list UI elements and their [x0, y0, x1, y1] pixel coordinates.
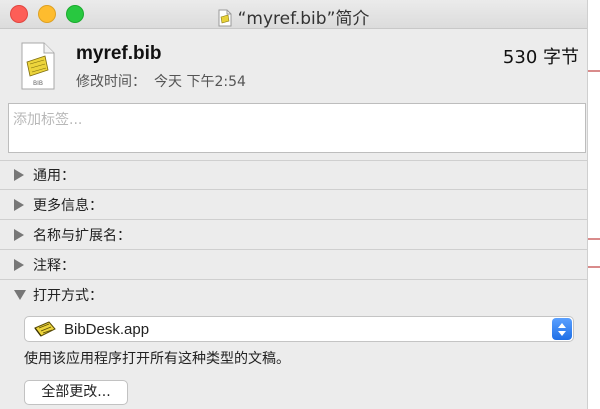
disclosure-triangle-down-icon[interactable]: [14, 290, 26, 300]
section-general-label: 通用：: [33, 168, 75, 184]
window-title: “myref.bib”简介: [0, 4, 587, 29]
section-more-info[interactable]: 更多信息：: [14, 193, 103, 217]
modified-value: 今天 下午2:54: [154, 74, 246, 90]
background-line: [588, 238, 600, 240]
bibtex-document-icon: BIB: [21, 42, 55, 90]
file-header: BIB myref.bib 530 字节 修改时间： 今天 下午2:54: [0, 28, 587, 98]
change-all-button[interactable]: 全部更改...: [24, 380, 128, 405]
svg-text:BIB: BIB: [33, 80, 43, 87]
file-name: myref.bib: [76, 43, 162, 64]
window-title-text: “myref.bib”简介: [237, 9, 370, 29]
modified-label: 修改时间：: [76, 74, 146, 90]
section-open-with-label: 打开方式：: [33, 288, 103, 304]
section-name-extension-label: 名称与扩展名：: [33, 228, 131, 244]
tags-input[interactable]: [8, 103, 586, 153]
background-desktop: [588, 0, 600, 409]
document-proxy-icon[interactable]: [218, 9, 232, 27]
section-open-with[interactable]: 打开方式：: [14, 283, 103, 307]
popup-stepper-icon[interactable]: [552, 318, 572, 340]
section-general[interactable]: 通用：: [14, 163, 75, 187]
section-divider: [0, 160, 587, 161]
chevron-down-icon: [558, 330, 566, 336]
background-line: [588, 266, 600, 268]
section-divider: [0, 279, 587, 280]
file-size: 530 字节: [502, 47, 579, 68]
section-comments[interactable]: 注释：: [14, 253, 75, 277]
open-with-description: 使用该应用程序打开所有这种类型的文稿。: [24, 351, 290, 367]
section-comments-label: 注释：: [33, 258, 75, 274]
chevron-up-icon: [558, 322, 566, 328]
disclosure-triangle-right-icon[interactable]: [14, 229, 24, 241]
background-line: [588, 70, 600, 72]
bibdesk-app-icon: [34, 321, 56, 337]
disclosure-triangle-right-icon[interactable]: [14, 259, 24, 271]
section-divider: [0, 249, 587, 250]
section-name-extension[interactable]: 名称与扩展名：: [14, 223, 131, 247]
section-more-info-label: 更多信息：: [33, 198, 103, 214]
title-bar: “myref.bib”简介: [0, 0, 587, 29]
get-info-window: “myref.bib”简介 BIB myref.bib 530 字节 修改时间：…: [0, 0, 588, 409]
disclosure-triangle-right-icon[interactable]: [14, 199, 24, 211]
modified-date: 修改时间： 今天 下午2:54: [76, 71, 254, 91]
disclosure-triangle-right-icon[interactable]: [14, 169, 24, 181]
selected-app-name: BibDesk.app: [64, 320, 150, 338]
section-divider: [0, 219, 587, 220]
open-with-app-select[interactable]: BibDesk.app: [24, 316, 574, 342]
section-divider: [0, 189, 587, 190]
